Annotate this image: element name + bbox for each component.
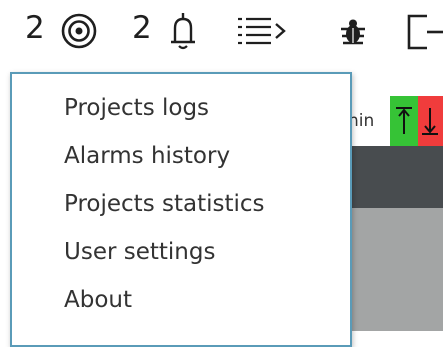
top-toolbar: 2 2: [0, 0, 443, 70]
background-partial-label: nin: [348, 111, 375, 131]
menu-item-projects-logs[interactable]: Projects logs: [12, 84, 350, 132]
arrow-down-button[interactable]: [418, 96, 443, 146]
arrow-down-icon: [422, 108, 438, 135]
menu-item-about[interactable]: About: [12, 276, 350, 324]
arrow-up-button[interactable]: [390, 96, 418, 146]
menu-item-user-settings[interactable]: User settings: [12, 228, 350, 276]
logout-icon[interactable]: [405, 13, 443, 51]
arrow-up-icon: [396, 107, 412, 134]
target-icon[interactable]: [59, 11, 99, 51]
list-menu-icon[interactable]: [235, 13, 287, 49]
bell-icon[interactable]: [163, 10, 203, 52]
targets-count: 2: [25, 10, 45, 46]
menu-item-alarms-history[interactable]: Alarms history: [12, 132, 350, 180]
alarms-count: 2: [132, 10, 152, 46]
main-dropdown-menu: Projects logs Alarms history Projects st…: [10, 72, 352, 347]
menu-items: Projects logs Alarms history Projects st…: [12, 74, 350, 324]
bug-icon[interactable]: [339, 16, 367, 46]
menu-item-projects-statistics[interactable]: Projects statistics: [12, 180, 350, 228]
